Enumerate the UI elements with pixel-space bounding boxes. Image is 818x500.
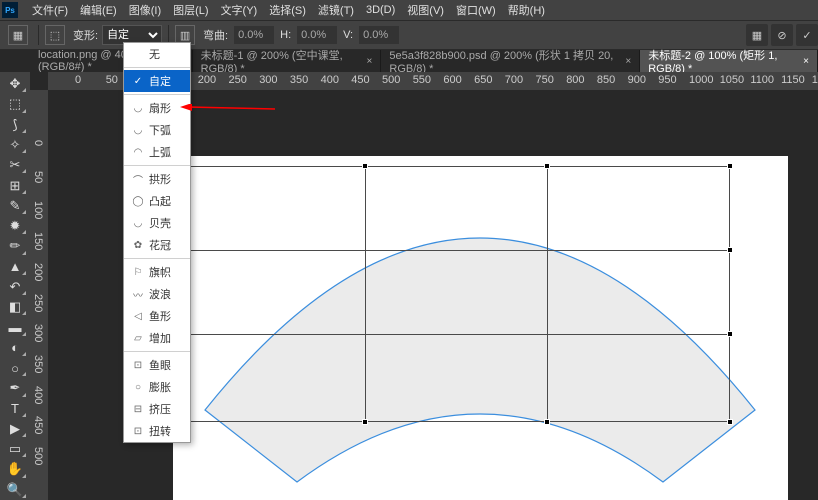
v-label: V: — [343, 29, 353, 41]
menu-file[interactable]: 文件(F) — [26, 2, 74, 18]
fan-icon: ◡ — [132, 102, 144, 114]
flag-icon: ⚐ — [132, 266, 144, 278]
v-field[interactable]: 0.0% — [359, 26, 399, 44]
stamp-tool[interactable]: ▲ — [3, 258, 27, 276]
pen-tool[interactable]: ✒ — [3, 379, 27, 397]
close-icon[interactable]: × — [625, 56, 631, 67]
gradient-tool[interactable]: ▬ — [3, 318, 27, 336]
handle-b1[interactable] — [362, 419, 368, 425]
warp-shell[interactable]: ◡贝壳 — [124, 212, 190, 234]
zoom-tool[interactable]: 🔍 — [3, 481, 27, 499]
marquee-tool[interactable]: ⬚ — [3, 95, 27, 113]
warp-bulge[interactable]: ◯凸起 — [124, 190, 190, 212]
blur-tool[interactable]: ◐ — [3, 339, 27, 357]
warp-toggle-icon[interactable]: ⬚ — [45, 25, 65, 45]
lasso-tool[interactable]: ⟆ — [3, 116, 27, 134]
eyedropper-tool[interactable]: ✎ — [3, 197, 27, 215]
menu-select[interactable]: 选择(S) — [263, 2, 312, 18]
menu-3d[interactable]: 3D(D) — [360, 4, 401, 16]
close-icon[interactable]: × — [367, 56, 373, 67]
warp-inflate[interactable]: ○膨胀 — [124, 376, 190, 398]
warp-label: 变形: — [73, 27, 98, 43]
inflate-icon: ○ — [132, 381, 144, 393]
handle-t1[interactable] — [362, 163, 368, 169]
hand-tool[interactable]: ✋ — [3, 460, 27, 478]
h-label: H: — [280, 29, 291, 41]
eraser-tool[interactable]: ◧ — [3, 298, 27, 316]
twist-icon: ⊡ — [132, 425, 144, 437]
shape-tool[interactable]: ▭ — [3, 440, 27, 458]
menu-filter[interactable]: 滤镜(T) — [312, 2, 360, 18]
handle-br[interactable] — [727, 419, 733, 425]
tool-preset-icon[interactable]: ▦ — [8, 25, 28, 45]
menu-edit[interactable]: 编辑(E) — [74, 2, 123, 18]
warp-none[interactable]: 无 — [124, 43, 190, 65]
wave-icon: 〰 — [132, 288, 144, 300]
upper-arc-icon: ◠ — [132, 146, 144, 158]
cancel-btn[interactable]: ⊘ — [771, 24, 793, 46]
warp-corolla[interactable]: ✿花冠 — [124, 234, 190, 256]
bulge-icon: ◯ — [132, 195, 144, 207]
warp-squeeze[interactable]: ⊟挤压 — [124, 398, 190, 420]
ruler-vertical[interactable]: 050100150200250300350400450500 — [30, 90, 48, 500]
menu-image[interactable]: 图像(I) — [123, 2, 167, 18]
menu-window[interactable]: 窗口(W) — [450, 2, 502, 18]
healing-tool[interactable]: ✹ — [3, 217, 27, 235]
menu-view[interactable]: 视图(V) — [401, 2, 450, 18]
warp-fisheye[interactable]: ⊡鱼眼 — [124, 354, 190, 376]
close-icon[interactable]: × — [803, 56, 809, 67]
menu-bar: Ps 文件(F) 编辑(E) 图像(I) 图层(L) 文字(Y) 选择(S) 滤… — [0, 0, 818, 20]
tool-bar: ✥ ⬚ ⟆ ✧ ✂ ⊞ ✎ ✹ ✏ ▲ ↶ ◧ ▬ ◐ ○ ✒ T ▶ ▭ ✋ … — [0, 72, 30, 500]
h-field[interactable]: 0.0% — [297, 26, 337, 44]
path-select-tool[interactable]: ▶ — [3, 420, 27, 438]
grid-btn[interactable]: ▦ — [746, 24, 768, 46]
brush-tool[interactable]: ✏ — [3, 237, 27, 255]
annotation-arrow — [180, 104, 280, 124]
warp-custom[interactable]: ✓自定 — [124, 70, 190, 92]
rise-icon: ▱ — [132, 332, 144, 344]
dodge-tool[interactable]: ○ — [3, 359, 27, 377]
fish-icon: ◁ — [132, 310, 144, 322]
warp-twist[interactable]: ⊡扭转 — [124, 420, 190, 442]
squeeze-icon: ⊟ — [132, 403, 144, 415]
warp-upper-arc[interactable]: ◠上弧 — [124, 141, 190, 163]
warp-dropdown[interactable]: 无 ✓自定 ◡扇形 ◡下弧 ◠上弧 ⌒拱形 ◯凸起 ◡贝壳 ✿花冠 ⚐旗帜 〰波… — [123, 42, 191, 443]
magic-wand-tool[interactable]: ✧ — [3, 136, 27, 154]
history-brush-tool[interactable]: ↶ — [3, 278, 27, 296]
menu-type[interactable]: 文字(Y) — [215, 2, 264, 18]
lower-arc-icon: ◡ — [132, 124, 144, 136]
frame-tool[interactable]: ⊞ — [3, 176, 27, 194]
bend-field[interactable]: 0.0% — [234, 26, 274, 44]
bend-label: 弯曲: — [203, 27, 228, 43]
warp-rise[interactable]: ▱增加 — [124, 327, 190, 349]
shell-icon: ◡ — [132, 217, 144, 229]
handle-mr1[interactable] — [727, 247, 733, 253]
menu-layer[interactable]: 图层(L) — [167, 2, 214, 18]
move-tool[interactable]: ✥ — [3, 75, 27, 93]
warp-fish[interactable]: ◁鱼形 — [124, 305, 190, 327]
fisheye-icon: ⊡ — [132, 359, 144, 371]
arch-icon: ⌒ — [132, 173, 144, 185]
tab-3[interactable]: 5e5a3f828b900.psd @ 200% (形状 1 拷贝 20, RG… — [381, 50, 640, 72]
crop-tool[interactable]: ✂ — [3, 156, 27, 174]
type-tool[interactable]: T — [3, 400, 27, 418]
commit-btn[interactable]: ✓ — [796, 24, 818, 46]
warp-flag[interactable]: ⚐旗帜 — [124, 261, 190, 283]
tab-2[interactable]: 未标题-1 @ 200% (空中课堂, RGB/8) *× — [193, 50, 382, 72]
warp-wave[interactable]: 〰波浪 — [124, 283, 190, 305]
handle-t2[interactable] — [544, 163, 550, 169]
handle-mr2[interactable] — [727, 331, 733, 337]
warp-arch[interactable]: ⌒拱形 — [124, 168, 190, 190]
handle-tr[interactable] — [727, 163, 733, 169]
tab-4[interactable]: 未标题-2 @ 100% (矩形 1, RGB/8) *× — [640, 50, 818, 72]
corolla-icon: ✿ — [132, 239, 144, 251]
handle-b2[interactable] — [544, 419, 550, 425]
menu-help[interactable]: 帮助(H) — [502, 2, 551, 18]
transform-bounding-box[interactable] — [183, 166, 730, 422]
app-logo: Ps — [2, 2, 18, 18]
